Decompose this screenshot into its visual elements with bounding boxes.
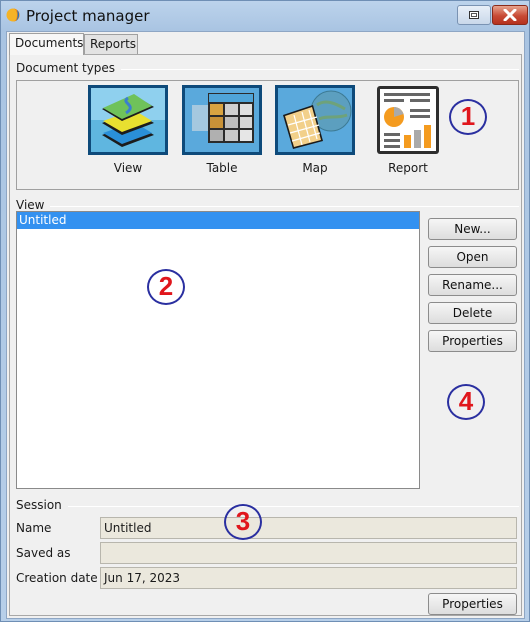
doc-type-report[interactable]: Report [365,85,451,175]
map-globe-icon [275,85,355,155]
creation-date-field[interactable]: Jun 17, 2023 [100,567,517,589]
annotation-marker-2: 2 [147,269,185,305]
doc-type-map-label: Map [302,161,328,175]
window-title: Project manager [26,7,150,25]
document-types-box: View Table Map Report 1 [16,80,519,190]
new-document-button[interactable]: New... [428,218,517,240]
delete-document-button[interactable]: Delete [428,302,517,324]
annotation-marker-4: 4 [447,384,485,420]
report-chart-icon [377,86,439,154]
tab-reports[interactable]: Reports [84,34,138,55]
session-name-field[interactable]: Untitled [100,517,517,539]
restore-icon [469,11,479,19]
view-divider [16,206,519,207]
doc-type-view-label: View [113,161,143,175]
tab-documents-label: Documents [15,36,84,50]
project-manager-app-icon [6,8,20,22]
doc-type-view[interactable]: View [85,85,171,175]
title-bar[interactable]: Project manager [1,1,529,31]
tab-reports-label: Reports [90,37,137,51]
session-properties-button-label: Properties [442,597,503,611]
rename-document-button-label: Rename... [442,278,503,292]
annotation-marker-3: 3 [224,504,262,540]
view-group-label: View [16,198,51,212]
saved-as-label: Saved as [16,546,71,560]
tab-documents[interactable]: Documents [9,33,84,55]
doc-type-table-label: Table [206,161,238,175]
client-area: Documents Reports Document types View Ta… [6,31,525,619]
view-layers-icon [88,85,168,155]
open-document-button-label: Open [456,250,489,264]
delete-document-button-label: Delete [452,306,493,320]
creation-date-label: Creation date [16,571,98,585]
close-button[interactable] [492,5,528,25]
saved-as-field[interactable] [100,542,517,564]
session-divider [16,506,519,507]
rename-document-button[interactable]: Rename... [428,274,517,296]
document-properties-button-label: Properties [442,334,503,348]
session-group-label: Session [16,498,68,512]
document-properties-button[interactable]: Properties [428,330,517,352]
documents-tab-panel: Document types View Table Map Report 1 V… [9,54,522,616]
doc-type-report-label: Report [388,161,428,175]
doc-type-table[interactable]: Table [179,85,265,175]
list-item-label: Untitled [19,213,67,227]
restore-button[interactable] [457,5,491,25]
table-grid-icon [182,85,262,155]
session-properties-button[interactable]: Properties [428,593,517,615]
close-icon [503,9,517,21]
annotation-marker-1: 1 [449,99,487,135]
new-document-button-label: New... [454,222,491,236]
session-name-label: Name [16,521,52,535]
document-listbox[interactable]: Untitled 2 [16,211,420,489]
project-manager-window: Project manager Documents Reports Docume… [0,0,530,622]
list-item[interactable]: Untitled [17,212,419,229]
document-types-label: Document types [16,61,122,75]
open-document-button[interactable]: Open [428,246,517,268]
doc-type-map[interactable]: Map [272,85,358,175]
